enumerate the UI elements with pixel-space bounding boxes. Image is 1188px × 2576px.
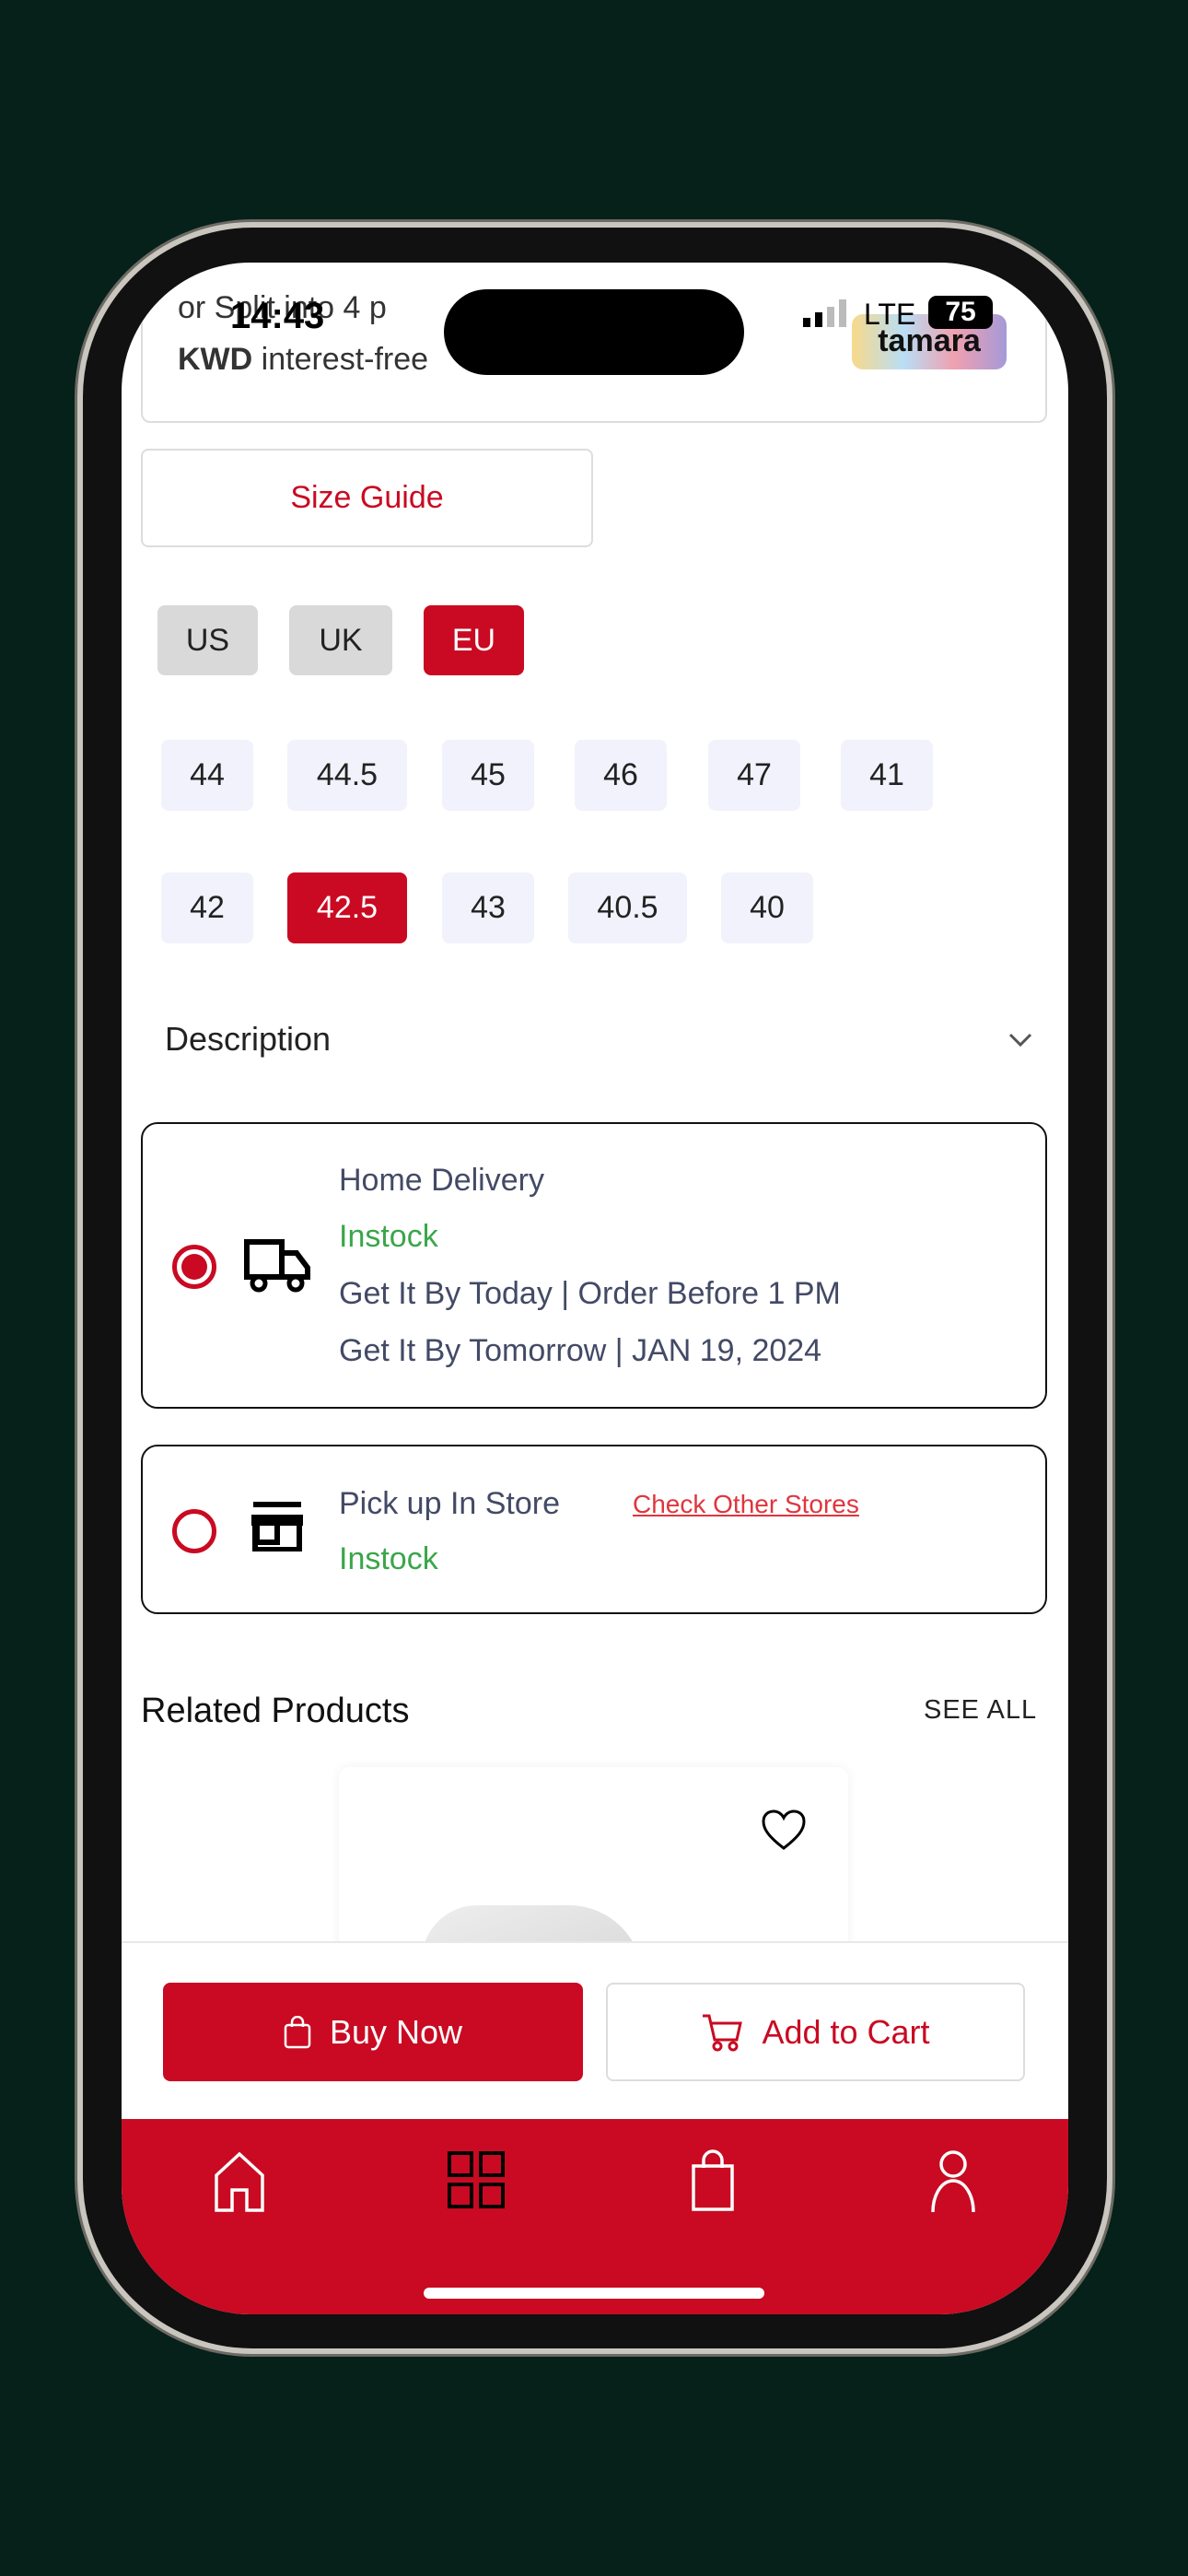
size-option[interactable]: 45	[442, 740, 534, 811]
size-system-us[interactable]: US	[157, 605, 258, 675]
home-icon[interactable]	[214, 2151, 265, 2212]
pickup-title: Pick up In Store	[339, 1486, 561, 1521]
size-option[interactable]: 43	[442, 872, 534, 943]
home-delivery-title: Home Delivery	[339, 1163, 544, 1198]
home-delivery-tomorrow: Get It By Tomorrow | JAN 19, 2024	[339, 1333, 822, 1368]
screen: or Split into 4 p KWD interest-free tama…	[122, 263, 1068, 2314]
size-option[interactable]: 47	[708, 740, 800, 811]
categories-icon[interactable]	[448, 2151, 505, 2208]
bottom-nav	[122, 2119, 1068, 2314]
description-toggle[interactable]: Description	[141, 1000, 1047, 1077]
size-guide-button[interactable]: Size Guide	[141, 449, 593, 547]
size-option[interactable]: 40.5	[568, 872, 687, 943]
size-option[interactable]: 44	[161, 740, 253, 811]
buy-now-button[interactable]: Buy Now	[163, 1983, 583, 2081]
pickup-stock: Instock	[339, 1541, 438, 1576]
see-all-link[interactable]: SEE ALL	[924, 1695, 1037, 1726]
size-option[interactable]: 40	[721, 872, 813, 943]
size-system-uk[interactable]: UK	[289, 605, 392, 675]
profile-icon[interactable]	[930, 2149, 976, 2214]
home-delivery-today: Get It By Today | Order Before 1 PM	[339, 1276, 841, 1311]
currency: KWD	[178, 342, 253, 377]
chevron-down-icon	[1008, 1033, 1032, 1048]
size-option[interactable]: 41	[841, 740, 933, 811]
signal-icon	[803, 299, 849, 327]
buy-now-label: Buy Now	[329, 2012, 463, 2051]
action-bar: Buy Now Add to Cart	[122, 1941, 1068, 2119]
size-option-selected[interactable]: 42.5	[287, 872, 407, 943]
add-to-cart-button[interactable]: Add to Cart	[606, 1983, 1025, 2081]
store-icon	[251, 1502, 303, 1551]
add-to-cart-label: Add to Cart	[762, 2012, 930, 2051]
home-delivery-option[interactable]: Home Delivery Instock Get It By Today | …	[141, 1122, 1047, 1409]
related-products-title: Related Products	[141, 1692, 410, 1730]
size-option[interactable]: 44.5	[287, 740, 407, 811]
bag-icon[interactable]	[691, 2149, 735, 2212]
size-system-eu[interactable]: EU	[424, 605, 524, 675]
shopping-bag-icon	[284, 2015, 311, 2048]
radio-selected[interactable]	[172, 1245, 216, 1289]
truck-icon	[244, 1239, 310, 1293]
battery-icon: 75	[928, 296, 993, 329]
check-other-stores-link[interactable]: Check Other Stores	[633, 1490, 859, 1519]
size-option[interactable]: 46	[575, 740, 667, 811]
heart-icon[interactable]	[761, 1809, 807, 1851]
tamara-line2: interest-free	[261, 342, 429, 377]
description-label: Description	[165, 1020, 332, 1058]
cart-icon	[703, 2014, 743, 2051]
dynamic-island	[444, 289, 744, 375]
size-option[interactable]: 42	[161, 872, 253, 943]
radio-unselected[interactable]	[172, 1509, 216, 1553]
pickup-store-option[interactable]: Pick up In Store Check Other Stores Inst…	[141, 1445, 1047, 1614]
status-time: 14:43	[230, 296, 325, 336]
home-indicator	[424, 2288, 764, 2299]
network-label: LTE	[864, 298, 916, 331]
home-delivery-stock: Instock	[339, 1219, 438, 1254]
